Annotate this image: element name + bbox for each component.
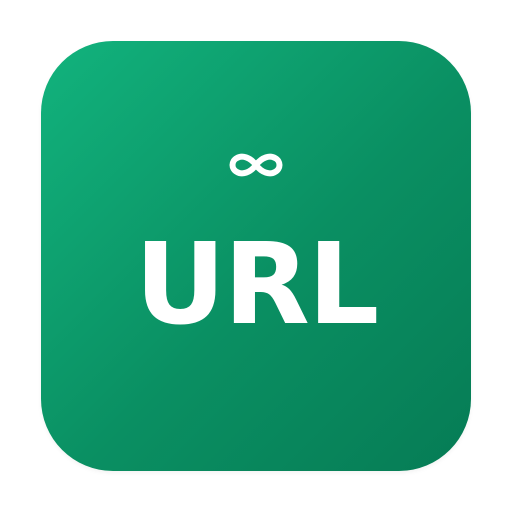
icon-label: URL: [134, 220, 380, 350]
app-icon: URL: [41, 41, 471, 471]
infinity-icon-svg: [229, 153, 283, 177]
infinity-icon: [41, 145, 471, 185]
